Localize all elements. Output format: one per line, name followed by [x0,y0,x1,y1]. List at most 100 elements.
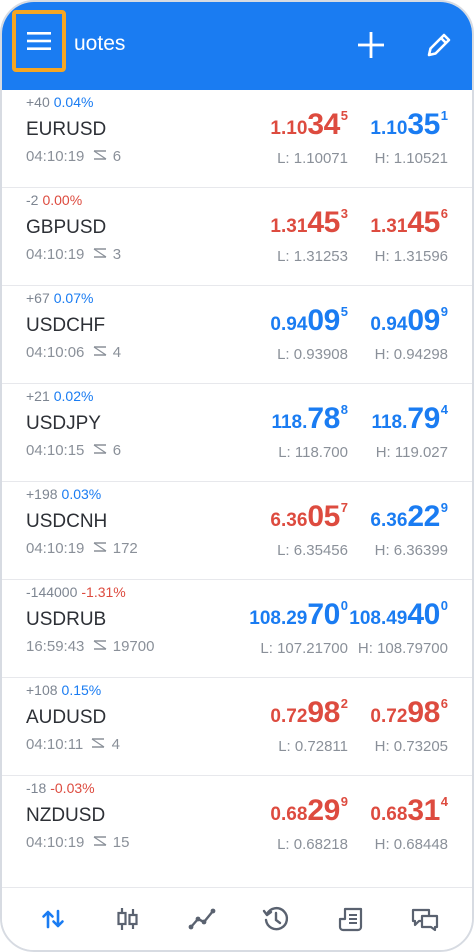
bid-price[interactable]: 108.29700 [249,598,348,632]
quote-time: 16:59:43 [26,638,85,655]
tick-meta: 04:10:19 6 [26,148,121,165]
symbol-name: GBPUSD [26,217,107,238]
bid-price-main: 108.29 [249,608,308,629]
change-points: +40 [26,94,50,110]
spread-value: 19700 [112,638,155,655]
ask-price[interactable]: 6.36229 [370,500,448,534]
tab-quotes[interactable] [38,904,68,934]
ask-price-pips: 09 [407,304,440,337]
bid-price-fraction: 9 [340,794,348,809]
ask-price[interactable]: 0.72986 [370,696,448,730]
menu-button[interactable] [12,10,66,72]
bid-price[interactable]: 118.788 [271,402,348,436]
bid-price[interactable]: 1.10345 [270,108,348,142]
spread-value: 15 [112,834,130,851]
symbol-name: USDRUB [26,609,107,630]
change-percent: 0.04% [53,94,94,110]
tab-trade[interactable] [187,904,217,934]
ask-price-fraction: 0 [440,598,448,613]
ask-price-fraction: 6 [440,696,448,711]
bid-price-fraction: 2 [340,696,348,711]
ask-price-main: 0.68 [370,804,408,825]
tab-messages[interactable] [410,904,440,934]
bid-price[interactable]: 0.68299 [270,794,348,828]
change-percent: 0.03% [61,486,102,502]
tick-meta: 04:10:15 6 [26,442,121,459]
change-percent: -0.03% [50,780,95,796]
quote-row[interactable]: -18 -0.03% NZDUSD 04:10:19 15 0.68299 0.6… [2,776,472,874]
change-points: +67 [26,290,50,306]
tab-chart[interactable] [112,904,142,934]
tick-meta: 16:59:43 19700 [26,638,154,655]
ask-price[interactable]: 0.94099 [370,304,448,338]
edit-button[interactable] [422,28,456,62]
page-title: uotes [74,32,126,55]
high-price: H: 108.79700 [357,640,448,657]
ask-price-main: 118. [371,412,408,433]
quote-row[interactable]: +67 0.07% USDCHF 04:10:06 4 0.94095 0.940… [2,286,472,384]
bid-price[interactable]: 0.94095 [270,304,348,338]
spread-icon [93,346,106,356]
quote-time: 04:10:19 [26,834,85,851]
add-symbol-button[interactable] [354,28,388,62]
ask-price[interactable]: 0.68314 [370,794,448,828]
pencil-icon [427,33,451,57]
change-points: -144000 [26,584,78,600]
bid-price[interactable]: 6.36057 [270,500,348,534]
ask-price[interactable]: 1.10351 [370,108,448,142]
bid-price-pips: 29 [307,794,340,827]
bid-price-main: 0.94 [270,314,308,335]
symbol-name: USDCNH [26,511,108,532]
ask-price-fraction: 4 [440,402,448,417]
high-price: H: 1.31596 [374,248,448,265]
quote-time: 04:10:11 [26,736,84,753]
ask-price[interactable]: 1.31456 [370,206,448,240]
quote-row[interactable]: -144000 -1.31% USDRUB 16:59:43 19700 108.… [2,580,472,678]
change-points: -18 [26,780,47,796]
tab-journal[interactable] [336,904,366,934]
quote-row[interactable]: +40 0.04% EURUSD 04:10:19 6 1.10345 1.103… [2,90,472,188]
history-clock-icon [262,907,289,931]
ask-price-pips: 45 [407,206,440,239]
quote-time: 04:10:15 [26,442,85,459]
messages-icon [411,908,439,932]
ask-price-fraction: 1 [440,108,448,123]
bid-price-main: 1.10 [270,118,308,139]
quote-row[interactable]: +21 0.02% USDJPY 04:10:15 6 118.788 118.7… [2,384,472,482]
high-price: H: 0.94298 [374,346,448,363]
change-points: +108 [26,682,58,698]
ask-price-fraction: 6 [440,206,448,221]
ask-price[interactable]: 108.49400 [349,598,448,632]
high-price: H: 0.73205 [374,738,448,755]
quote-row[interactable]: +198 0.03% USDCNH 04:10:19 172 6.36057 6.… [2,482,472,580]
spread-icon [92,738,105,748]
tick-meta: 04:10:11 4 [26,736,120,753]
ask-price-pips: 98 [407,696,440,729]
spread-icon [93,542,106,552]
spread-icon [93,836,106,846]
ask-price-fraction: 9 [440,500,448,515]
ask-price-main: 6.36 [370,510,408,531]
quote-row[interactable]: -2 0.00% GBPUSD 04:10:19 3 1.31453 1.3145… [2,188,472,286]
spread-icon [93,150,106,160]
ask-price-main: 0.94 [370,314,408,335]
ask-price-main: 0.72 [370,706,408,727]
ask-price-pips: 22 [407,500,440,533]
low-price: L: 1.31253 [277,248,348,265]
bid-price-main: 0.72 [270,706,308,727]
quote-row[interactable]: +108 0.15% AUDUSD 04:10:11 4 0.72982 0.72… [2,678,472,776]
change-percent: 0.02% [53,388,94,404]
low-price: L: 0.93908 [277,346,348,363]
bid-price[interactable]: 1.31453 [270,206,348,240]
bid-price-fraction: 7 [340,500,348,515]
low-price: L: 1.10071 [277,150,348,167]
app-screen: uotes +40 0.04% EURUSD 04:10:19 6 1.1034… [0,0,474,952]
ask-price-main: 1.10 [370,118,408,139]
quotes-arrows-icon [42,909,64,929]
ask-price-fraction: 4 [440,794,448,809]
change-line: +198 0.03% [26,486,101,502]
bid-price[interactable]: 0.72982 [270,696,348,730]
tab-history[interactable] [261,904,291,934]
tick-meta: 04:10:06 4 [26,344,121,361]
ask-price[interactable]: 118.794 [371,402,448,436]
